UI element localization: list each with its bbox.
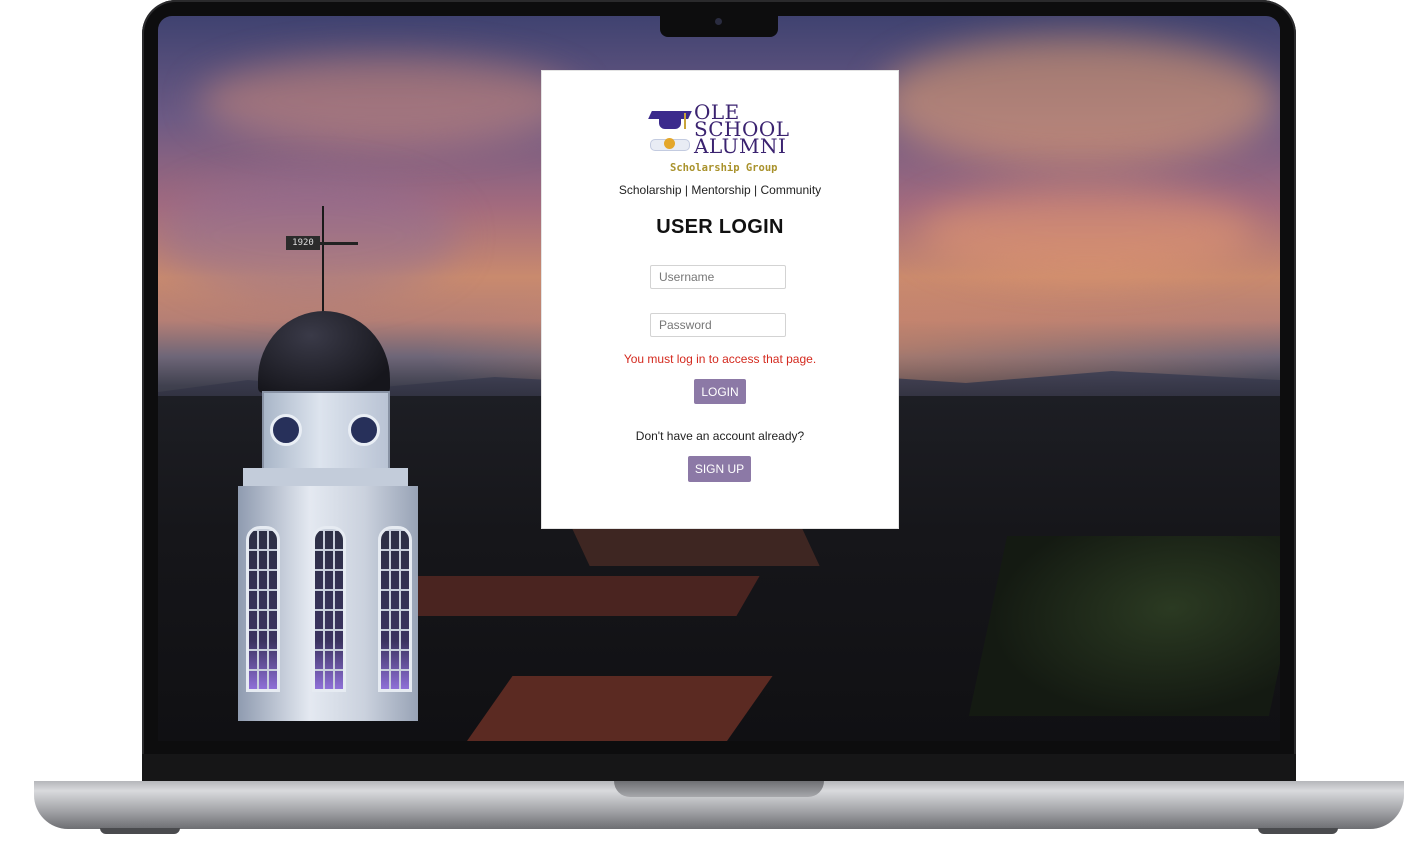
cloud bbox=[198, 56, 578, 146]
signup-button[interactable]: SIGN UP bbox=[688, 456, 751, 482]
cloud bbox=[918, 186, 1258, 276]
laptop-foot bbox=[1258, 828, 1338, 834]
login-error-message: You must log in to access that page. bbox=[623, 352, 817, 366]
logo-wordmark: OLE SCHOOL ALUMNI bbox=[694, 102, 804, 156]
arched-window bbox=[378, 526, 412, 692]
clock-face bbox=[270, 414, 302, 446]
arched-window bbox=[312, 526, 346, 692]
cloud bbox=[878, 36, 1278, 166]
camera-icon bbox=[715, 18, 722, 25]
campus-lawn bbox=[968, 536, 1280, 716]
diploma-seal bbox=[664, 138, 675, 149]
cupola-tower: 1920 bbox=[198, 206, 448, 741]
signup-prompt: Don't have an account already? bbox=[635, 429, 805, 443]
login-button[interactable]: LOGIN bbox=[694, 379, 746, 404]
camera-notch bbox=[660, 16, 778, 37]
laptop-open-notch bbox=[614, 781, 824, 797]
password-input[interactable] bbox=[650, 313, 786, 337]
username-input[interactable] bbox=[650, 265, 786, 289]
laptop-chin bbox=[142, 754, 1296, 782]
arched-window bbox=[246, 526, 280, 692]
clock-face bbox=[348, 414, 380, 446]
graduation-cap-body bbox=[659, 117, 681, 129]
spire bbox=[322, 206, 324, 316]
logo-subtitle: Scholarship Group bbox=[670, 162, 778, 174]
weather-vane-year: 1920 bbox=[286, 236, 320, 250]
tagline: Scholarship | Mentorship | Community bbox=[618, 183, 822, 197]
cap-tassel bbox=[684, 113, 686, 129]
cupola-lower bbox=[238, 486, 418, 721]
ole-school-alumni-logo: OLE SCHOOL ALUMNI Scholarship Group bbox=[648, 102, 796, 177]
building-roof bbox=[463, 676, 773, 741]
page-title: USER LOGIN bbox=[656, 216, 784, 238]
login-card: OLE SCHOOL ALUMNI Scholarship Group Scho… bbox=[541, 70, 899, 529]
laptop-foot bbox=[100, 828, 180, 834]
cupola-dome bbox=[258, 311, 390, 393]
